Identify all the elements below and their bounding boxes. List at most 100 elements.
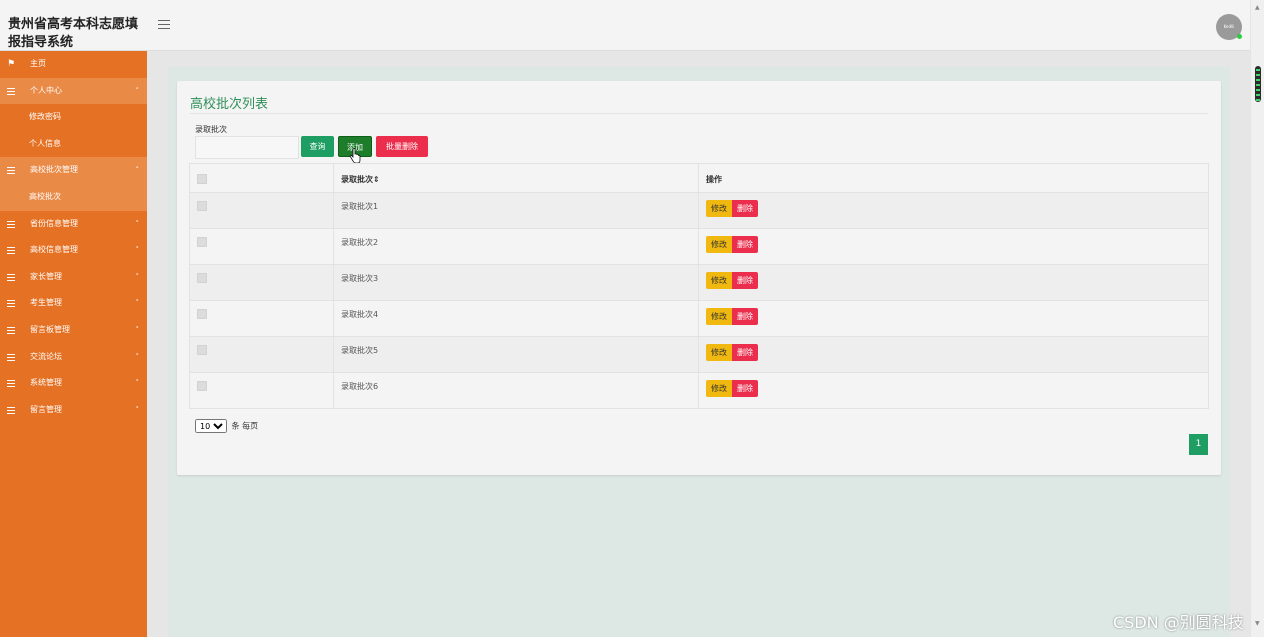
sidebar-item-label: 留言板管理 [30, 324, 70, 334]
actions-cell: 修改 删除 [698, 192, 1209, 229]
sidebar-item-system-management[interactable]: 系统管理 ˅ [0, 370, 147, 397]
row-checkbox-cell [189, 372, 334, 409]
chevron-down-icon: ˅ [135, 246, 140, 255]
table-header-row: 录取批次⇕ 操作 [189, 163, 1209, 193]
menu-icon [7, 326, 15, 336]
actions-cell: 修改 删除 [698, 300, 1209, 337]
batch-delete-button[interactable]: 批量删除 [376, 136, 428, 157]
hand-cursor-icon [349, 148, 361, 164]
sidebar-item-personal-info[interactable]: 个人信息 [0, 131, 147, 158]
row-checkbox[interactable] [197, 345, 207, 355]
table-row: 录取批次1 修改 删除 [189, 192, 1209, 229]
menu-icon [7, 220, 15, 230]
row-checkbox[interactable] [197, 381, 207, 391]
batch-cell: 录取批次1 [333, 192, 699, 229]
sidebar-item-change-password[interactable]: 修改密码 [0, 104, 147, 131]
query-button[interactable]: 查询 [301, 136, 334, 157]
sidebar-item-student-management[interactable]: 考生管理 ˅ [0, 290, 147, 317]
chevron-down-icon: ˅ [135, 352, 140, 361]
sidebar-item-label: 修改密码 [29, 112, 61, 122]
page-size-control: 10 条 每页 [195, 419, 258, 433]
delete-button[interactable]: 删除 [732, 236, 758, 253]
table-row: 录取批次4 修改 删除 [189, 300, 1209, 337]
search-input[interactable] [195, 136, 299, 159]
sidebar-item-message-management[interactable]: 留言管理 ˅ [0, 396, 147, 424]
avatar[interactable]: Kedlli [1216, 14, 1242, 40]
table-row: 录取批次2 修改 删除 [189, 228, 1209, 265]
sidebar-item-label: 个人中心 [30, 85, 62, 95]
select-all-header [189, 163, 334, 193]
chevron-down-icon: ˅ [135, 405, 140, 414]
actions-cell: 修改 删除 [698, 372, 1209, 409]
menu-icon [7, 406, 15, 416]
row-checkbox[interactable] [197, 309, 207, 319]
sidebar-item-home[interactable]: ⚑ 主页 [0, 51, 147, 78]
chevron-down-icon: ˅ [135, 379, 140, 388]
batch-cell: 录取批次6 [333, 372, 699, 409]
sidebar-item-label: 省份信息管理 [30, 218, 78, 228]
page-size-select[interactable]: 10 [195, 419, 227, 433]
vertical-scrollbar[interactable]: ▲ ▼ [1250, 0, 1264, 637]
row-checkbox-cell [189, 300, 334, 337]
sidebar-item-label: 考生管理 [30, 298, 62, 308]
sidebar-item-forum[interactable]: 交流论坛 ˅ [0, 343, 147, 371]
chevron-down-icon: ˅ [135, 299, 140, 308]
title-divider [190, 113, 1208, 114]
table-row: 录取批次5 修改 删除 [189, 336, 1209, 373]
sidebar-item-province-management[interactable]: 省份信息管理 ˅ [0, 210, 147, 238]
delete-button[interactable]: 删除 [732, 200, 758, 217]
delete-button[interactable]: 删除 [732, 344, 758, 361]
sidebar-item-batch-management[interactable]: 高校批次管理 ˄ [0, 157, 147, 184]
edit-button[interactable]: 修改 [706, 236, 732, 253]
actions-cell: 修改 删除 [698, 264, 1209, 301]
delete-button[interactable]: 删除 [732, 308, 758, 325]
menu-toggle-icon[interactable] [158, 20, 170, 30]
avatar-text: Kedlli [1223, 24, 1235, 29]
online-status-icon [1237, 34, 1242, 39]
scroll-up-icon[interactable]: ▲ [1255, 4, 1260, 11]
batch-list-card: 高校批次列表 录取批次 查询 添加 批量删除 录取批次⇕ 操作 录取批次1 修改… [177, 81, 1221, 475]
sidebar-item-personal-center[interactable]: 个人中心 ˄ [0, 77, 147, 105]
sidebar-item-label: 高校批次 [29, 191, 61, 201]
chevron-down-icon: ˅ [135, 272, 140, 281]
watermark: CSDN @别圆科技 [1113, 613, 1244, 632]
page-size-label: 条 每页 [231, 421, 259, 431]
chevron-down-icon: ˅ [135, 219, 140, 228]
row-checkbox-cell [189, 264, 334, 301]
batch-cell: 录取批次5 [333, 336, 699, 373]
chevron-up-icon: ˄ [135, 166, 140, 175]
scroll-thumb[interactable] [1255, 66, 1261, 102]
edit-button[interactable]: 修改 [706, 272, 732, 289]
column-header-batch[interactable]: 录取批次⇕ [333, 163, 699, 193]
sidebar-item-label: 个人信息 [29, 138, 61, 148]
sidebar-item-college-management[interactable]: 高校信息管理 ˅ [0, 237, 147, 264]
row-checkbox[interactable] [197, 273, 207, 283]
row-checkbox-cell [189, 336, 334, 373]
edit-button[interactable]: 修改 [706, 200, 732, 217]
menu-icon [7, 353, 15, 363]
row-checkbox[interactable] [197, 237, 207, 247]
delete-button[interactable]: 删除 [732, 380, 758, 397]
sidebar-item-message-board-management[interactable]: 留言板管理 ˅ [0, 316, 147, 344]
sidebar-item-label: 家长管理 [30, 271, 62, 281]
row-checkbox-cell [189, 228, 334, 265]
select-all-checkbox[interactable] [197, 174, 207, 184]
edit-button[interactable]: 修改 [706, 308, 732, 325]
batch-cell: 录取批次3 [333, 264, 699, 301]
sidebar-item-batch[interactable]: 高校批次 [0, 183, 147, 211]
page-number-button[interactable]: 1 [1189, 434, 1208, 455]
table-row: 录取批次3 修改 删除 [189, 264, 1209, 301]
sidebar-item-label: 高校批次管理 [30, 165, 78, 175]
row-checkbox[interactable] [197, 201, 207, 211]
batch-cell: 录取批次2 [333, 228, 699, 265]
menu-icon [7, 167, 15, 176]
menu-icon [7, 300, 15, 309]
scroll-down-icon[interactable]: ▼ [1255, 620, 1260, 627]
flag-icon: ⚑ [7, 59, 16, 69]
chevron-down-icon: ˅ [135, 325, 140, 334]
sidebar-item-label: 主页 [30, 59, 46, 68]
sidebar-item-parent-management[interactable]: 家长管理 ˅ [0, 263, 147, 291]
delete-button[interactable]: 删除 [732, 272, 758, 289]
edit-button[interactable]: 修改 [706, 344, 732, 361]
edit-button[interactable]: 修改 [706, 380, 732, 397]
